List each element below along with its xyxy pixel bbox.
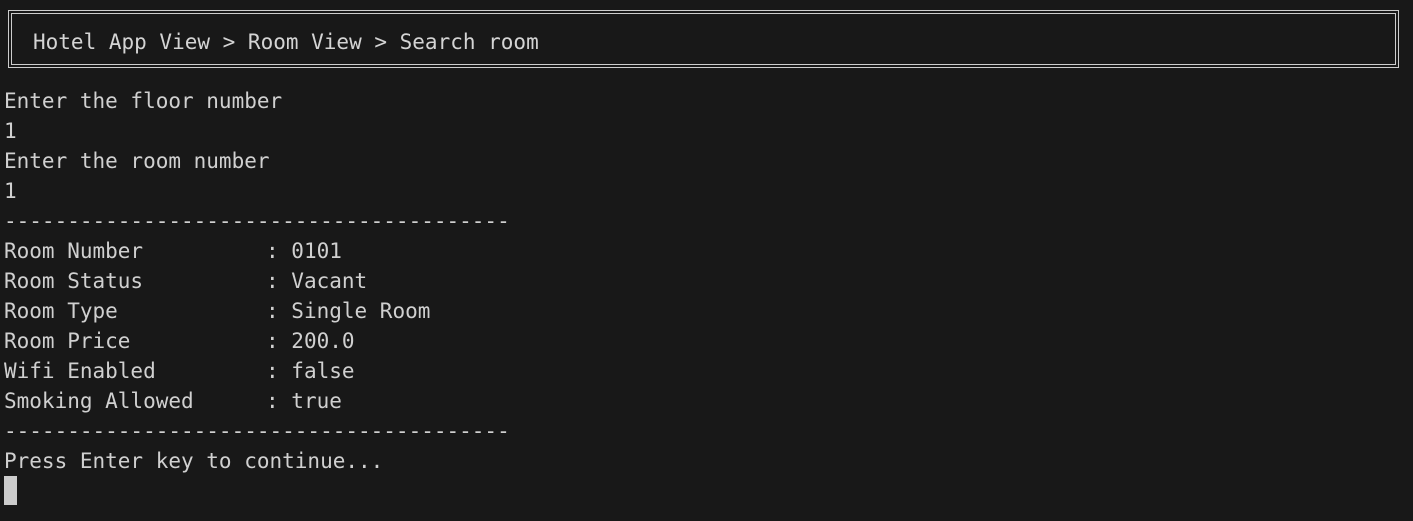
header-box: Hotel App View > Room View > Search room [8,10,1399,68]
continue-prompt: Press Enter key to continue... [4,449,384,473]
prompt-floor: Enter the floor number [4,89,283,113]
field-value: 200.0 [291,329,355,353]
field-separator: : [266,389,292,413]
field-separator: : [266,329,292,353]
field-row-room-status: Room Status : Vacant [4,266,510,296]
divider-top: ---------------------------------------- [4,209,510,233]
field-row-room-number: Room Number : 0101 [4,236,510,266]
field-separator: : [266,269,292,293]
field-label: Room Type [4,299,118,323]
text-cursor[interactable] [4,476,17,505]
field-value: false [291,359,355,383]
field-separator: : [266,359,292,383]
prompt-room: Enter the room number [4,149,270,173]
field-label: Room Price [4,329,131,353]
field-value: 0101 [291,239,342,263]
field-label: Wifi Enabled [4,359,156,383]
breadcrumb: Hotel App View > Room View > Search room [33,30,539,54]
field-label: Room Status [4,269,144,293]
field-separator: : [266,299,292,323]
console-output: Enter the floor number 1 Enter the room … [4,86,510,505]
field-value: Single Room [291,299,431,323]
field-value: true [291,389,342,413]
input-room: 1 [4,179,17,203]
divider-bottom: ---------------------------------------- [4,419,510,443]
field-row-room-price: Room Price : 200.0 [4,326,510,356]
field-label: Room Number [4,239,144,263]
field-row-room-type: Room Type : Single Room [4,296,510,326]
field-value: Vacant [291,269,368,293]
input-floor: 1 [4,119,17,143]
field-separator: : [266,239,292,263]
field-row-wifi-enabled: Wifi Enabled : false [4,356,510,386]
field-label: Smoking Allowed [4,389,194,413]
field-row-smoking-allowed: Smoking Allowed : true [4,386,510,416]
